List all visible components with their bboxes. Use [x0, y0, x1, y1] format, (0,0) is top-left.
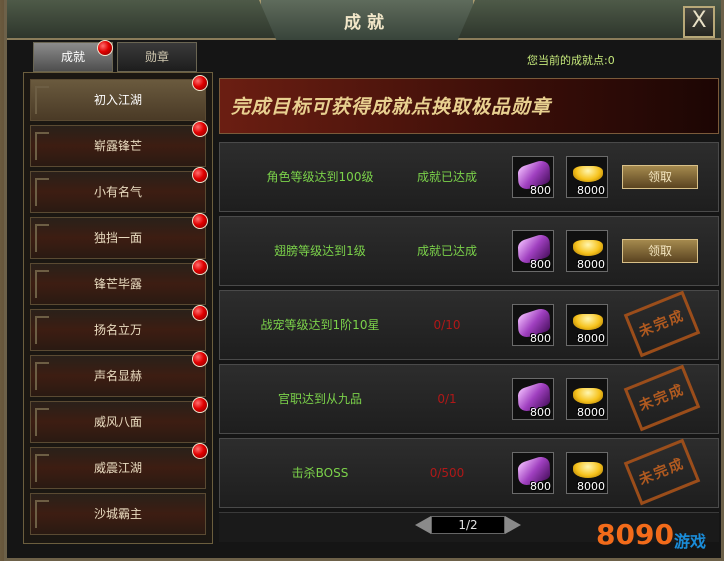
- close-button[interactable]: X: [683, 6, 715, 38]
- category-item[interactable]: 威风八面: [30, 401, 206, 443]
- notification-dot: [192, 75, 208, 91]
- reward-count: 800: [530, 332, 551, 345]
- reward-count: 8000: [577, 480, 605, 493]
- notification-dot: [192, 167, 208, 183]
- category-label: 威震江湖: [93, 461, 142, 475]
- corner-ornament: [35, 270, 49, 298]
- category-label: 扬名立万: [93, 323, 142, 337]
- category-item[interactable]: 威震江湖: [30, 447, 206, 489]
- notification-dot: [192, 397, 208, 413]
- category-item[interactable]: 独挡一面: [30, 217, 206, 259]
- achievement-name: 翅膀等级达到1级: [274, 244, 366, 258]
- reward-count: 800: [530, 406, 551, 419]
- corner-ornament: [35, 178, 49, 206]
- achievement-status: 成就已达成: [416, 170, 477, 184]
- achievement-name: 官职达到从九品: [277, 392, 362, 406]
- corner-ornament: [35, 500, 49, 528]
- window-title: 成就: [344, 13, 390, 33]
- reward-slot[interactable]: 800: [512, 378, 554, 420]
- notification-dot: [192, 121, 208, 137]
- achievement-row: 角色等级达到100级 成就已达成 800 8000 领取: [219, 142, 719, 212]
- incomplete-stamp: 未完成: [623, 364, 701, 432]
- achievement-points: 您当前的成就点:0: [527, 54, 615, 67]
- category-label: 独挡一面: [93, 231, 142, 245]
- gold-ingot-icon: [573, 388, 603, 404]
- achievement-row: 翅膀等级达到1级 成就已达成 800 8000 领取: [219, 216, 719, 286]
- achievement-progress: 0/10: [433, 318, 461, 332]
- notification-dot: [97, 40, 113, 56]
- reward-slot[interactable]: 800: [512, 452, 554, 494]
- corner-ornament: [35, 132, 49, 160]
- category-label: 崭露锋芒: [93, 139, 142, 153]
- watermark-logo: 8090 游戏: [596, 516, 722, 560]
- tab-medal[interactable]: 勋章: [117, 42, 197, 72]
- category-item[interactable]: 扬名立万: [30, 309, 206, 351]
- reward-slot[interactable]: 8000: [566, 378, 608, 420]
- achievement-progress: 0/500: [429, 466, 465, 480]
- gold-ingot-icon: [573, 166, 603, 182]
- incomplete-stamp: 未完成: [623, 438, 701, 506]
- category-item[interactable]: 声名显赫: [30, 355, 206, 397]
- notification-dot: [192, 213, 208, 229]
- category-panel: 初入江湖 崭露锋芒 小有名气 独挡一面 锋芒毕露 扬名立万 声名显赫 威风八面 …: [23, 72, 213, 544]
- category-label: 初入江湖: [93, 93, 142, 107]
- corner-ornament: [35, 362, 49, 390]
- category-item[interactable]: 崭露锋芒: [30, 125, 206, 167]
- reward-count: 800: [530, 480, 551, 493]
- reward-count: 800: [530, 184, 551, 197]
- gold-ingot-icon: [573, 240, 603, 256]
- prev-page-arrow-icon[interactable]: [415, 516, 431, 534]
- reward-count: 8000: [577, 332, 605, 345]
- incomplete-stamp: 未完成: [623, 290, 701, 358]
- achievement-name: 角色等级达到100级: [266, 170, 374, 184]
- reward-count: 8000: [577, 184, 605, 197]
- notification-dot: [192, 259, 208, 275]
- achievement-progress: 0/1: [437, 392, 457, 406]
- achievement-name: 战宠等级达到1阶10星: [260, 318, 380, 332]
- reward-count: 8000: [577, 406, 605, 419]
- category-label: 声名显赫: [93, 369, 142, 383]
- reward-count: 800: [530, 258, 551, 271]
- claim-button[interactable]: 领取: [622, 165, 698, 189]
- corner-ornament: [35, 224, 49, 252]
- reward-slot[interactable]: 8000: [566, 452, 608, 494]
- gold-ingot-icon: [573, 314, 603, 330]
- banner-text: 完成目标可获得成就点换取极品勋章: [231, 96, 552, 118]
- gold-ingot-icon: [573, 462, 603, 478]
- achievement-row: 击杀BOSS 0/500 800 8000 未完成: [219, 438, 719, 508]
- reward-slot[interactable]: 8000: [566, 156, 608, 198]
- category-label: 小有名气: [93, 185, 142, 199]
- reward-slot[interactable]: 8000: [566, 304, 608, 346]
- notification-dot: [192, 351, 208, 367]
- category-label: 锋芒毕露: [93, 277, 142, 291]
- category-item[interactable]: 初入江湖: [30, 79, 206, 121]
- reward-slot[interactable]: 8000: [566, 230, 608, 272]
- notification-dot: [192, 305, 208, 321]
- reward-slot[interactable]: 800: [512, 230, 554, 272]
- achievement-status: 成就已达成: [416, 244, 477, 258]
- category-item[interactable]: 沙城霸主: [30, 493, 206, 535]
- watermark-number: 8090: [596, 518, 674, 551]
- claim-button[interactable]: 领取: [622, 239, 698, 263]
- notification-dot: [192, 443, 208, 459]
- corner-ornament: [35, 316, 49, 344]
- category-item[interactable]: 小有名气: [30, 171, 206, 213]
- category-label: 沙城霸主: [93, 507, 142, 521]
- corner-ornament: [35, 86, 49, 114]
- page-indicator: 1/2: [431, 516, 505, 534]
- corner-ornament: [35, 454, 49, 482]
- achievement-row: 战宠等级达到1阶10星 0/10 800 8000 未完成: [219, 290, 719, 360]
- reward-slot[interactable]: 800: [512, 304, 554, 346]
- corner-ornament: [35, 408, 49, 436]
- achievement-name: 击杀BOSS: [291, 466, 349, 480]
- reward-slot[interactable]: 800: [512, 156, 554, 198]
- category-label: 威风八面: [93, 415, 142, 429]
- reward-count: 8000: [577, 258, 605, 271]
- next-page-arrow-icon[interactable]: [505, 516, 521, 534]
- achievement-window: 成就 X 成就 勋章 初入江湖 崭露锋芒 小有名气 独挡一面 锋芒毕露 扬名立万…: [4, 0, 724, 561]
- category-item[interactable]: 锋芒毕露: [30, 263, 206, 305]
- watermark-text: 游戏: [674, 532, 707, 551]
- achievement-row: 官职达到从九品 0/1 800 8000 未完成: [219, 364, 719, 434]
